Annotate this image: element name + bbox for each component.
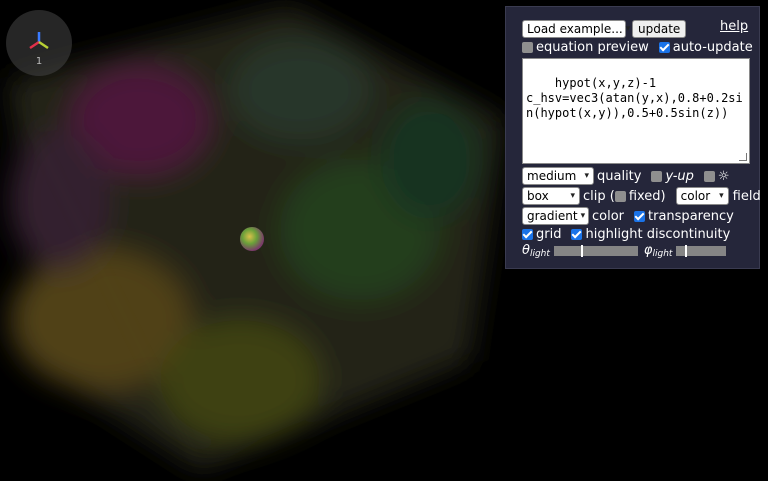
auto-update-label: auto-update: [672, 40, 753, 55]
sun-icon: ☼: [717, 168, 730, 184]
equation-preview-label: equation preview: [536, 40, 649, 55]
phi-light-sub: light: [652, 248, 673, 259]
help-link[interactable]: help: [720, 19, 748, 34]
grid-label: grid: [536, 227, 562, 242]
axis-widget[interactable]: 1: [6, 10, 72, 76]
phi-light-symbol: φ: [643, 243, 653, 258]
equation-text: hypot(x,y,z)-1 c_hsv=vec3(atan(y,x),0.8+…: [526, 76, 743, 120]
update-button[interactable]: update: [632, 20, 687, 38]
transparency-label: transparency: [648, 208, 734, 224]
color-select[interactable]: gradient ▾: [522, 207, 589, 225]
color-label: color: [592, 208, 625, 224]
chevron-down-icon: ▾: [719, 191, 724, 201]
theta-light-thumb[interactable]: [580, 244, 583, 257]
highlight-discontinuity-checkbox[interactable]: [571, 229, 583, 240]
field-select[interactable]: color ▾: [675, 187, 729, 205]
transparency-checkbox[interactable]: [634, 210, 646, 222]
grid-checkbox[interactable]: [522, 229, 533, 240]
theta-light-symbol: θ: [522, 243, 530, 258]
clip-select-value: box: [527, 189, 549, 203]
clip-label: clip (: [583, 188, 615, 204]
quality-select[interactable]: medium ▾: [522, 167, 594, 185]
color-select-value: gradient: [527, 209, 578, 223]
y-up-checkbox[interactable]: [651, 170, 663, 182]
phi-light-slider[interactable]: [676, 244, 727, 257]
chevron-down-icon: ▾: [625, 24, 631, 34]
example-select[interactable]: Load example... ▾: [522, 20, 630, 38]
quality-label: quality: [597, 168, 642, 184]
clip-select[interactable]: box ▾: [522, 187, 580, 205]
sphere-marker: [240, 227, 264, 251]
theta-light-slider[interactable]: [553, 244, 638, 257]
fixed-checkbox[interactable]: [614, 190, 626, 202]
quality-select-value: medium: [527, 169, 577, 183]
fixed-label: fixed): [628, 188, 666, 204]
y-up-label: y-up: [665, 168, 694, 184]
settings-panel: Load example... ▾ update help equation p…: [505, 6, 761, 269]
equation-preview-checkbox[interactable]: [522, 42, 533, 53]
example-select-value: Load example...: [527, 22, 623, 36]
field-label: field: [732, 188, 761, 204]
chevron-down-icon: ▾: [584, 171, 589, 181]
chevron-down-icon: ▾: [580, 211, 586, 221]
phi-light-thumb[interactable]: [685, 244, 688, 257]
chevron-down-icon: ▾: [570, 191, 575, 201]
equation-editor[interactable]: hypot(x,y,z)-1 c_hsv=vec3(atan(y,x),0.8+…: [522, 58, 750, 164]
resize-handle-icon[interactable]: [739, 153, 747, 161]
light-toggle-checkbox[interactable]: [703, 170, 715, 182]
theta-light-sub: light: [529, 248, 550, 259]
field-select-value: color: [680, 189, 711, 203]
auto-update-checkbox[interactable]: [658, 42, 670, 53]
highlight-discontinuity-label: highlight discontinuity: [585, 227, 731, 242]
axis-widget-label: 1: [35, 56, 43, 67]
